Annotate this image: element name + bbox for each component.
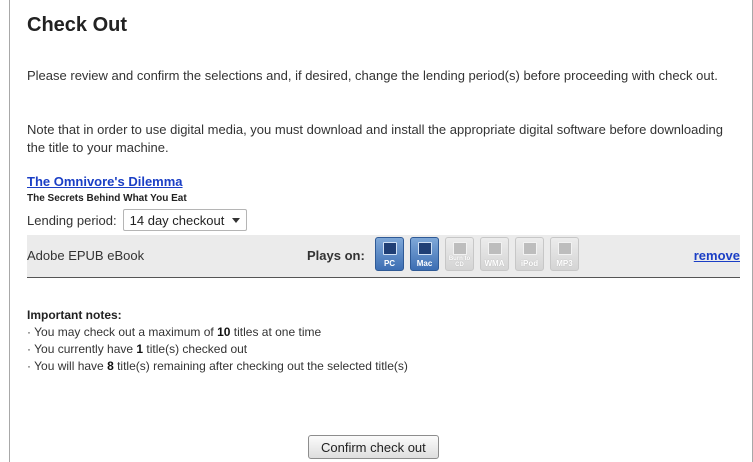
software-note-text: Note that in order to use digital media,… [27,122,723,155]
lending-period-label: Lending period: [27,212,117,228]
checkout-page: Check Out Please review and confirm the … [0,0,753,462]
lending-period-value: 14 day checkout [129,212,225,228]
plays-on-label: Plays on: [307,248,365,263]
remove-link[interactable]: remove [694,248,740,263]
note-item: · You currently have 1 title(s) checked … [27,342,248,356]
important-notes-list: · You may check out a maximum of 10 titl… [27,324,408,375]
format-name: Adobe EPUB eBook [27,248,145,263]
book-title-link[interactable]: The Omnivore's Dilemma [27,174,183,189]
pc-icon: PC [375,237,404,271]
book-subtitle: The Secrets Behind What You Eat [27,193,187,204]
wma-icon: WMA [480,237,509,271]
page-title: Check Out [27,14,128,36]
burn-to-cd-icon: Burn to CD [445,237,474,271]
lending-period-select[interactable]: 14 day checkout [122,209,248,231]
important-notes-heading: Important notes: [27,308,122,322]
confirm-checkout-button[interactable]: Confirm check out [308,435,439,459]
mp3-icon: MP3 [550,237,579,271]
note-item: · You may check out a maximum of 10 titl… [27,325,322,339]
device-icons: PC Mac Burn to CD WMA iPod MP3 [375,237,579,271]
mac-icon: Mac [410,237,439,271]
lending-period-row: Lending period: 14 day checkout [27,209,248,231]
note-item: · You will have 8 title(s) remaining aft… [27,359,408,373]
ipod-icon: iPod [515,237,544,271]
chevron-down-icon [232,217,241,223]
frame-left-border [9,0,10,462]
format-row: Adobe EPUB eBook Plays on: PC Mac Burn t… [27,235,740,278]
intro-text: Please review and confirm the selections… [27,68,718,83]
